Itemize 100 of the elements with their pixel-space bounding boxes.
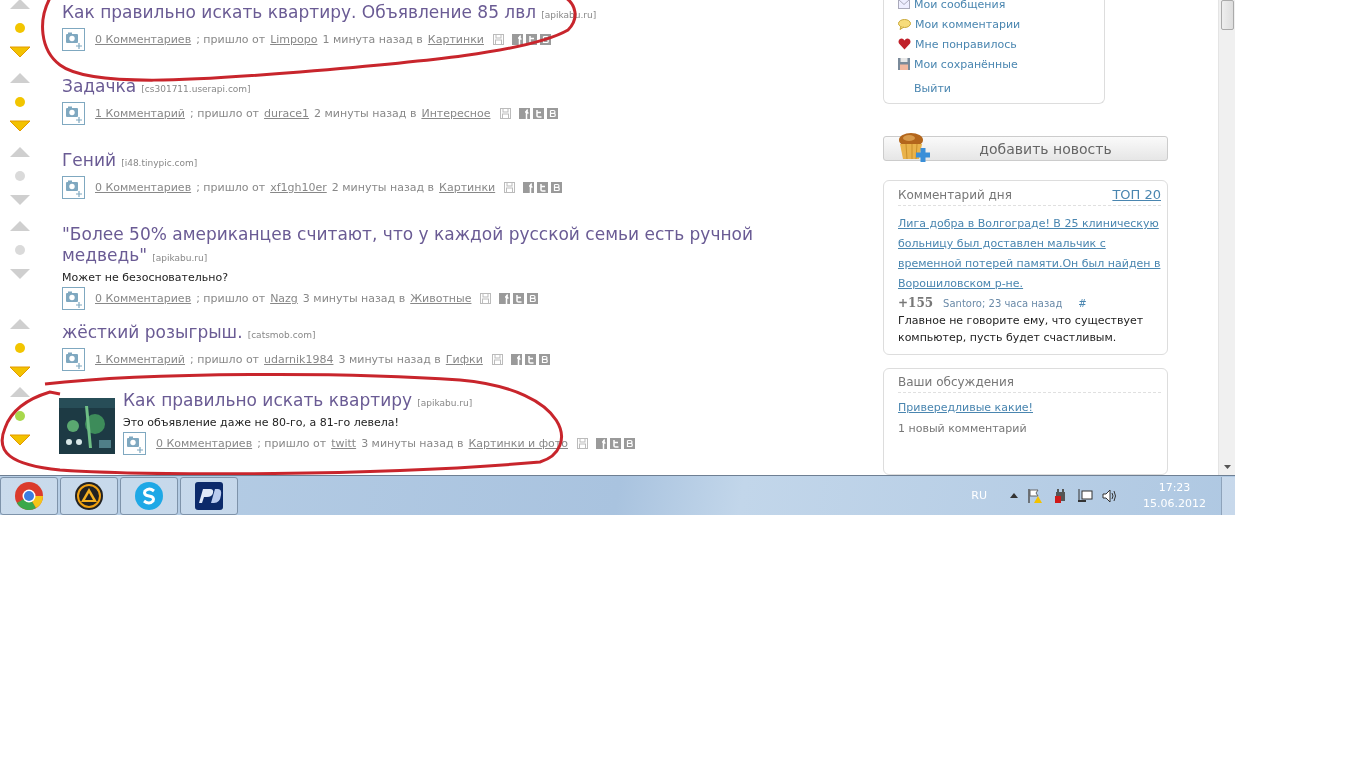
comments-link[interactable]: 1 Комментарий bbox=[95, 107, 186, 120]
post-title[interactable]: Как правильно искать квартиру [apikabu.ru] bbox=[123, 390, 883, 413]
menu-link[interactable]: Мои комментарии bbox=[915, 17, 1021, 31]
logout-link[interactable]: Выйти bbox=[914, 82, 1096, 95]
comments-link[interactable]: 1 Комментарий bbox=[95, 353, 186, 366]
meta-text: ; пришло от bbox=[196, 292, 266, 305]
post-title[interactable]: жёсткий розыгрыш. [catsmob.com] bbox=[62, 322, 822, 345]
vote-down-icon[interactable] bbox=[9, 120, 31, 132]
comment-byline: Santoro; 23 часа назад bbox=[943, 297, 1063, 309]
speech-bubble-icon bbox=[898, 18, 911, 30]
vote-up-icon[interactable] bbox=[9, 72, 31, 84]
add-photo-icon[interactable] bbox=[62, 176, 85, 199]
add-news-button[interactable]: добавить новость bbox=[883, 136, 1168, 161]
meta-text: 1 минута назад в bbox=[322, 33, 423, 46]
post-title[interactable]: Гений [i48.tinypic.com] bbox=[62, 150, 822, 173]
meta-text: ; пришло от bbox=[190, 107, 260, 120]
plug-icon[interactable] bbox=[1052, 487, 1068, 504]
comments-link[interactable]: 0 Комментариев bbox=[95, 181, 192, 194]
share-icon[interactable] bbox=[510, 354, 522, 365]
share-icon[interactable] bbox=[499, 293, 511, 304]
share-icon[interactable] bbox=[623, 438, 635, 449]
vote-up-icon[interactable] bbox=[9, 0, 31, 10]
comments-link[interactable]: 0 Комментариев bbox=[95, 292, 192, 305]
share-icon[interactable] bbox=[595, 438, 607, 449]
share-icon[interactable] bbox=[524, 354, 536, 365]
network-icon[interactable] bbox=[1077, 487, 1093, 504]
anchor-link[interactable]: # bbox=[1078, 297, 1087, 309]
taskbar-app-button[interactable] bbox=[180, 476, 238, 515]
vote-up-icon[interactable] bbox=[9, 146, 31, 158]
meta-text: ; пришло от bbox=[190, 353, 260, 366]
vote-up-icon[interactable] bbox=[9, 220, 31, 232]
category-link[interactable]: Животные bbox=[410, 292, 472, 305]
app-icon bbox=[194, 480, 224, 511]
share-icon[interactable] bbox=[609, 438, 621, 449]
category-link[interactable]: Картинки bbox=[427, 33, 484, 46]
post-title[interactable]: Задачка [cs301711.userapi.com] bbox=[62, 76, 822, 99]
share-icon[interactable] bbox=[525, 34, 537, 45]
comments-link[interactable]: 0 Комментариев bbox=[95, 33, 192, 46]
share-icon[interactable] bbox=[538, 354, 550, 365]
comments-link[interactable]: 0 Комментариев bbox=[156, 437, 253, 450]
vote-down-icon[interactable] bbox=[9, 366, 31, 378]
post-title[interactable]: "Более 50% американцев считают, что у каждой русской семьи есть ручной медведь" [apikabu.ru] bbox=[62, 224, 822, 268]
flag-warning-icon[interactable] bbox=[1027, 487, 1043, 504]
add-photo-icon[interactable] bbox=[123, 432, 146, 455]
meta-text: ; пришло от bbox=[257, 437, 327, 450]
share-icon[interactable] bbox=[532, 108, 544, 119]
scrollbar-thumb[interactable] bbox=[1220, 0, 1234, 30]
save-icon[interactable] bbox=[492, 34, 504, 45]
taskbar-app-button[interactable] bbox=[60, 476, 118, 515]
chrome-icon bbox=[14, 480, 44, 511]
add-photo-icon[interactable] bbox=[62, 287, 85, 310]
share-icon[interactable] bbox=[513, 293, 525, 304]
author-link[interactable]: udarnik1984 bbox=[264, 353, 334, 366]
comment-score: +155 bbox=[898, 296, 934, 310]
menu-link[interactable]: Мои сохранённые bbox=[914, 57, 1018, 71]
share-icon[interactable] bbox=[539, 34, 551, 45]
vote-up-icon[interactable] bbox=[9, 318, 31, 330]
share-icon[interactable] bbox=[537, 182, 549, 193]
share-icon[interactable] bbox=[518, 108, 530, 119]
category-link[interactable]: Интересное bbox=[421, 107, 491, 120]
caret-icon[interactable] bbox=[1010, 493, 1018, 498]
scrollbar[interactable] bbox=[1218, 0, 1235, 475]
save-icon[interactable] bbox=[499, 108, 511, 119]
author-link[interactable]: Nazg bbox=[270, 292, 298, 305]
post-link[interactable]: Лига добра в Волгограде! В 25 клиническую больницу был доставлен мальчик с временной потерей памяти.Он был найден в Ворошиловском р-не. bbox=[898, 214, 1161, 294]
discussion-note: 1 новый комментарий bbox=[898, 422, 1028, 435]
author-link[interactable]: durace1 bbox=[264, 107, 310, 120]
show-desktop-button[interactable] bbox=[1221, 476, 1235, 515]
discussion-link[interactable]: Привередливые какие! bbox=[898, 401, 1161, 414]
save-icon[interactable] bbox=[480, 293, 492, 304]
post-description: Это объявление даже не 80-го, а 81-го левела! bbox=[123, 416, 400, 429]
add-photo-icon[interactable] bbox=[62, 28, 85, 51]
share-icon[interactable] bbox=[511, 34, 523, 45]
triangle-app-icon bbox=[74, 480, 104, 511]
share-icon[interactable] bbox=[527, 293, 539, 304]
volume-icon[interactable] bbox=[1102, 487, 1118, 504]
share-icon[interactable] bbox=[546, 108, 558, 119]
vote-down-icon[interactable] bbox=[8, 434, 31, 446]
category-link[interactable]: Картинки bbox=[439, 181, 496, 194]
comment-text: Главное не говорите ему, что существует компьютер, пусть будет счастливым. bbox=[898, 313, 1145, 346]
envelope-icon bbox=[898, 0, 910, 9]
share-icon[interactable] bbox=[551, 182, 563, 193]
vote-up-icon[interactable] bbox=[8, 386, 31, 398]
save-icon[interactable] bbox=[504, 182, 516, 193]
share-icon[interactable] bbox=[523, 182, 535, 193]
vote-down-icon[interactable] bbox=[9, 46, 31, 58]
meta-text: ; пришло от bbox=[196, 33, 266, 46]
add-photo-icon[interactable] bbox=[62, 102, 85, 125]
save-icon[interactable] bbox=[491, 354, 503, 365]
save-icon[interactable] bbox=[576, 438, 588, 449]
author-link[interactable]: xf1gh10er bbox=[270, 181, 327, 194]
top-link[interactable]: ТОП 20 bbox=[1112, 187, 1161, 202]
author-link[interactable]: twitt bbox=[331, 437, 357, 450]
menu-link[interactable]: Мне понравилось bbox=[915, 37, 1017, 51]
vote-down-icon[interactable] bbox=[9, 194, 31, 206]
add-photo-icon[interactable] bbox=[62, 348, 85, 371]
category-link[interactable]: Гифки bbox=[445, 353, 483, 366]
vote-down-icon[interactable] bbox=[9, 268, 31, 280]
author-link[interactable]: Limpopo bbox=[270, 33, 318, 46]
scroll-down-icon[interactable] bbox=[1223, 465, 1231, 469]
